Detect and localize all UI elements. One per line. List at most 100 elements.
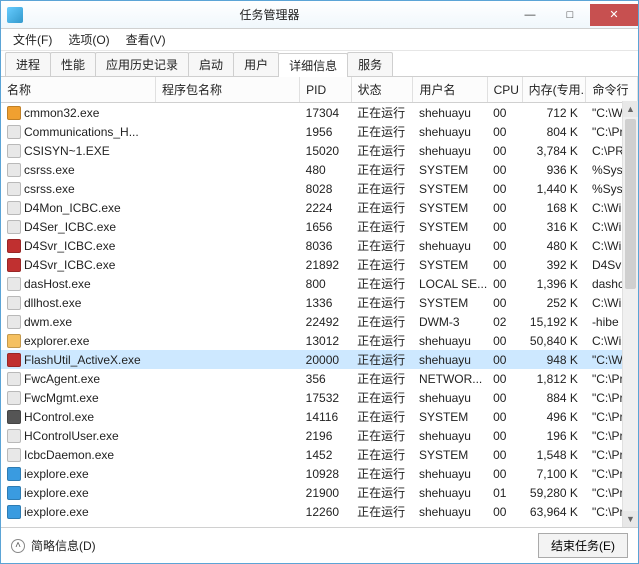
cell-pkg: [155, 426, 299, 445]
cell-mem: 59,280 K: [522, 483, 586, 502]
table-row[interactable]: FlashUtil_ActiveX.exe20000正在运行shehuayu00…: [1, 350, 638, 369]
table-row[interactable]: dllhost.exe1336正在运行SYSTEM00252 KC:\Wi: [1, 293, 638, 312]
table-row[interactable]: dwm.exe22492正在运行DWM-30215,192 K-hibe: [1, 312, 638, 331]
col-cpu[interactable]: CPU: [487, 77, 522, 103]
table-row[interactable]: FwcAgent.exe356正在运行NETWOR...001,812 K"C:…: [1, 369, 638, 388]
window-controls: — □ ✕: [510, 4, 638, 26]
cell-cpu: 00: [487, 217, 522, 236]
close-button[interactable]: ✕: [590, 4, 638, 26]
cell-pkg: [155, 141, 299, 160]
cell-user: shehuayu: [413, 122, 487, 141]
vertical-scrollbar[interactable]: ▲ ▼: [622, 101, 638, 527]
table-row[interactable]: csrss.exe8028正在运行SYSTEM001,440 K%Syst: [1, 179, 638, 198]
menubar: 文件(F) 选项(O) 查看(V): [1, 29, 638, 51]
col-state[interactable]: 状态: [351, 77, 413, 103]
table-row[interactable]: dasHost.exe800正在运行LOCAL SE...001,396 Kda…: [1, 274, 638, 293]
cell-mem: 1,548 K: [522, 445, 586, 464]
cell-cpu: 00: [487, 445, 522, 464]
tab-3[interactable]: 启动: [188, 52, 234, 76]
process-name: cmmon32.exe: [24, 106, 99, 120]
table-row[interactable]: FwcMgmt.exe17532正在运行shehuayu00884 K"C:\P…: [1, 388, 638, 407]
table-row[interactable]: iexplore.exe12260正在运行shehuayu0063,964 K"…: [1, 502, 638, 521]
cell-mem: 7,100 K: [522, 464, 586, 483]
menu-options[interactable]: 选项(O): [60, 29, 117, 50]
col-mem[interactable]: 内存(专用...: [522, 77, 586, 103]
table-row[interactable]: D4Ser_ICBC.exe1656正在运行SYSTEM00316 KC:\Wi: [1, 217, 638, 236]
cell-pid: 17532: [300, 388, 351, 407]
cell-pid: 21892: [300, 255, 351, 274]
table-row[interactable]: D4Svr_ICBC.exe21892正在运行SYSTEM00392 KD4Sv…: [1, 255, 638, 274]
cell-pid: 10928: [300, 464, 351, 483]
column-headers[interactable]: 名称 程序包名称 PID 状态 用户名 CPU 内存(专用... 命令行: [1, 77, 638, 103]
end-task-button[interactable]: 结束任务(E): [538, 533, 628, 558]
cell-pkg: [155, 464, 299, 483]
cell-cpu: 00: [487, 388, 522, 407]
tab-5[interactable]: 详细信息: [278, 53, 348, 77]
process-icon: [7, 486, 21, 500]
table-row[interactable]: D4Mon_ICBC.exe2224正在运行SYSTEM00168 KC:\Wi: [1, 198, 638, 217]
cell-mem: 496 K: [522, 407, 586, 426]
col-cmd[interactable]: 命令行: [586, 77, 638, 103]
cell-mem: 168 K: [522, 198, 586, 217]
cell-user: shehuayu: [413, 331, 487, 350]
tab-4[interactable]: 用户: [233, 52, 279, 76]
tab-1[interactable]: 性能: [50, 52, 96, 76]
process-name: CSISYN~1.EXE: [24, 144, 110, 158]
cell-pkg: [155, 369, 299, 388]
brief-label: 简略信息(D): [31, 537, 96, 554]
scroll-thumb[interactable]: [625, 119, 636, 289]
cell-pid: 1452: [300, 445, 351, 464]
cell-mem: 1,440 K: [522, 179, 586, 198]
scroll-down-icon[interactable]: ▼: [623, 511, 638, 527]
table-row[interactable]: iexplore.exe21900正在运行shehuayu0159,280 K"…: [1, 483, 638, 502]
table-row[interactable]: D4Svr_ICBC.exe8036正在运行shehuayu00480 KC:\…: [1, 236, 638, 255]
menu-view[interactable]: 查看(V): [118, 29, 174, 50]
cell-user: SYSTEM: [413, 407, 487, 426]
cell-pid: 14116: [300, 407, 351, 426]
tab-0[interactable]: 进程: [5, 52, 51, 76]
table-row[interactable]: HControl.exe14116正在运行SYSTEM00496 K"C:\Pr: [1, 407, 638, 426]
cell-state: 正在运行: [351, 122, 413, 141]
cell-pid: 20000: [300, 350, 351, 369]
menu-file[interactable]: 文件(F): [5, 29, 60, 50]
table-row[interactable]: HControlUser.exe2196正在运行shehuayu00196 K"…: [1, 426, 638, 445]
cell-state: 正在运行: [351, 179, 413, 198]
cell-mem: 1,396 K: [522, 274, 586, 293]
process-name: HControl.exe: [24, 410, 94, 424]
table-row[interactable]: iexplore.exe10928正在运行shehuayu007,100 K"C…: [1, 464, 638, 483]
fewer-details-toggle[interactable]: ˄ 简略信息(D): [11, 537, 96, 554]
tab-6[interactable]: 服务: [347, 52, 393, 76]
table-row[interactable]: csrss.exe480正在运行SYSTEM00936 K%Syst: [1, 160, 638, 179]
maximize-button[interactable]: □: [550, 4, 590, 26]
cell-state: 正在运行: [351, 255, 413, 274]
cell-state: 正在运行: [351, 274, 413, 293]
cell-cpu: 00: [487, 179, 522, 198]
col-name[interactable]: 名称: [1, 77, 155, 103]
col-user[interactable]: 用户名: [413, 77, 487, 103]
cell-state: 正在运行: [351, 217, 413, 236]
table-row[interactable]: IcbcDaemon.exe1452正在运行SYSTEM001,548 K"C:…: [1, 445, 638, 464]
cell-mem: 712 K: [522, 103, 586, 123]
cell-pid: 22492: [300, 312, 351, 331]
col-pid[interactable]: PID: [300, 77, 351, 103]
cell-state: 正在运行: [351, 445, 413, 464]
cell-mem: 63,964 K: [522, 502, 586, 521]
cell-pid: 15020: [300, 141, 351, 160]
cell-pkg: [155, 407, 299, 426]
cell-pid: 1956: [300, 122, 351, 141]
process-icon: [7, 391, 21, 405]
table-row[interactable]: CSISYN~1.EXE15020正在运行shehuayu003,784 KC:…: [1, 141, 638, 160]
scroll-up-icon[interactable]: ▲: [623, 101, 638, 117]
minimize-button[interactable]: —: [510, 4, 550, 26]
window-title: 任务管理器: [29, 6, 510, 23]
cell-cpu: 00: [487, 426, 522, 445]
col-pkg[interactable]: 程序包名称: [155, 77, 299, 103]
table-row[interactable]: cmmon32.exe17304正在运行shehuayu00712 K"C:\W: [1, 103, 638, 123]
cell-user: shehuayu: [413, 426, 487, 445]
table-row[interactable]: explorer.exe13012正在运行shehuayu0050,840 KC…: [1, 331, 638, 350]
task-manager-window: 任务管理器 — □ ✕ 文件(F) 选项(O) 查看(V) 进程性能应用历史记录…: [0, 0, 639, 564]
titlebar[interactable]: 任务管理器 — □ ✕: [1, 1, 638, 29]
tab-2[interactable]: 应用历史记录: [95, 52, 189, 76]
process-table: 名称 程序包名称 PID 状态 用户名 CPU 内存(专用... 命令行 cmm…: [1, 77, 638, 521]
table-row[interactable]: Communications_H...1956正在运行shehuayu00804…: [1, 122, 638, 141]
